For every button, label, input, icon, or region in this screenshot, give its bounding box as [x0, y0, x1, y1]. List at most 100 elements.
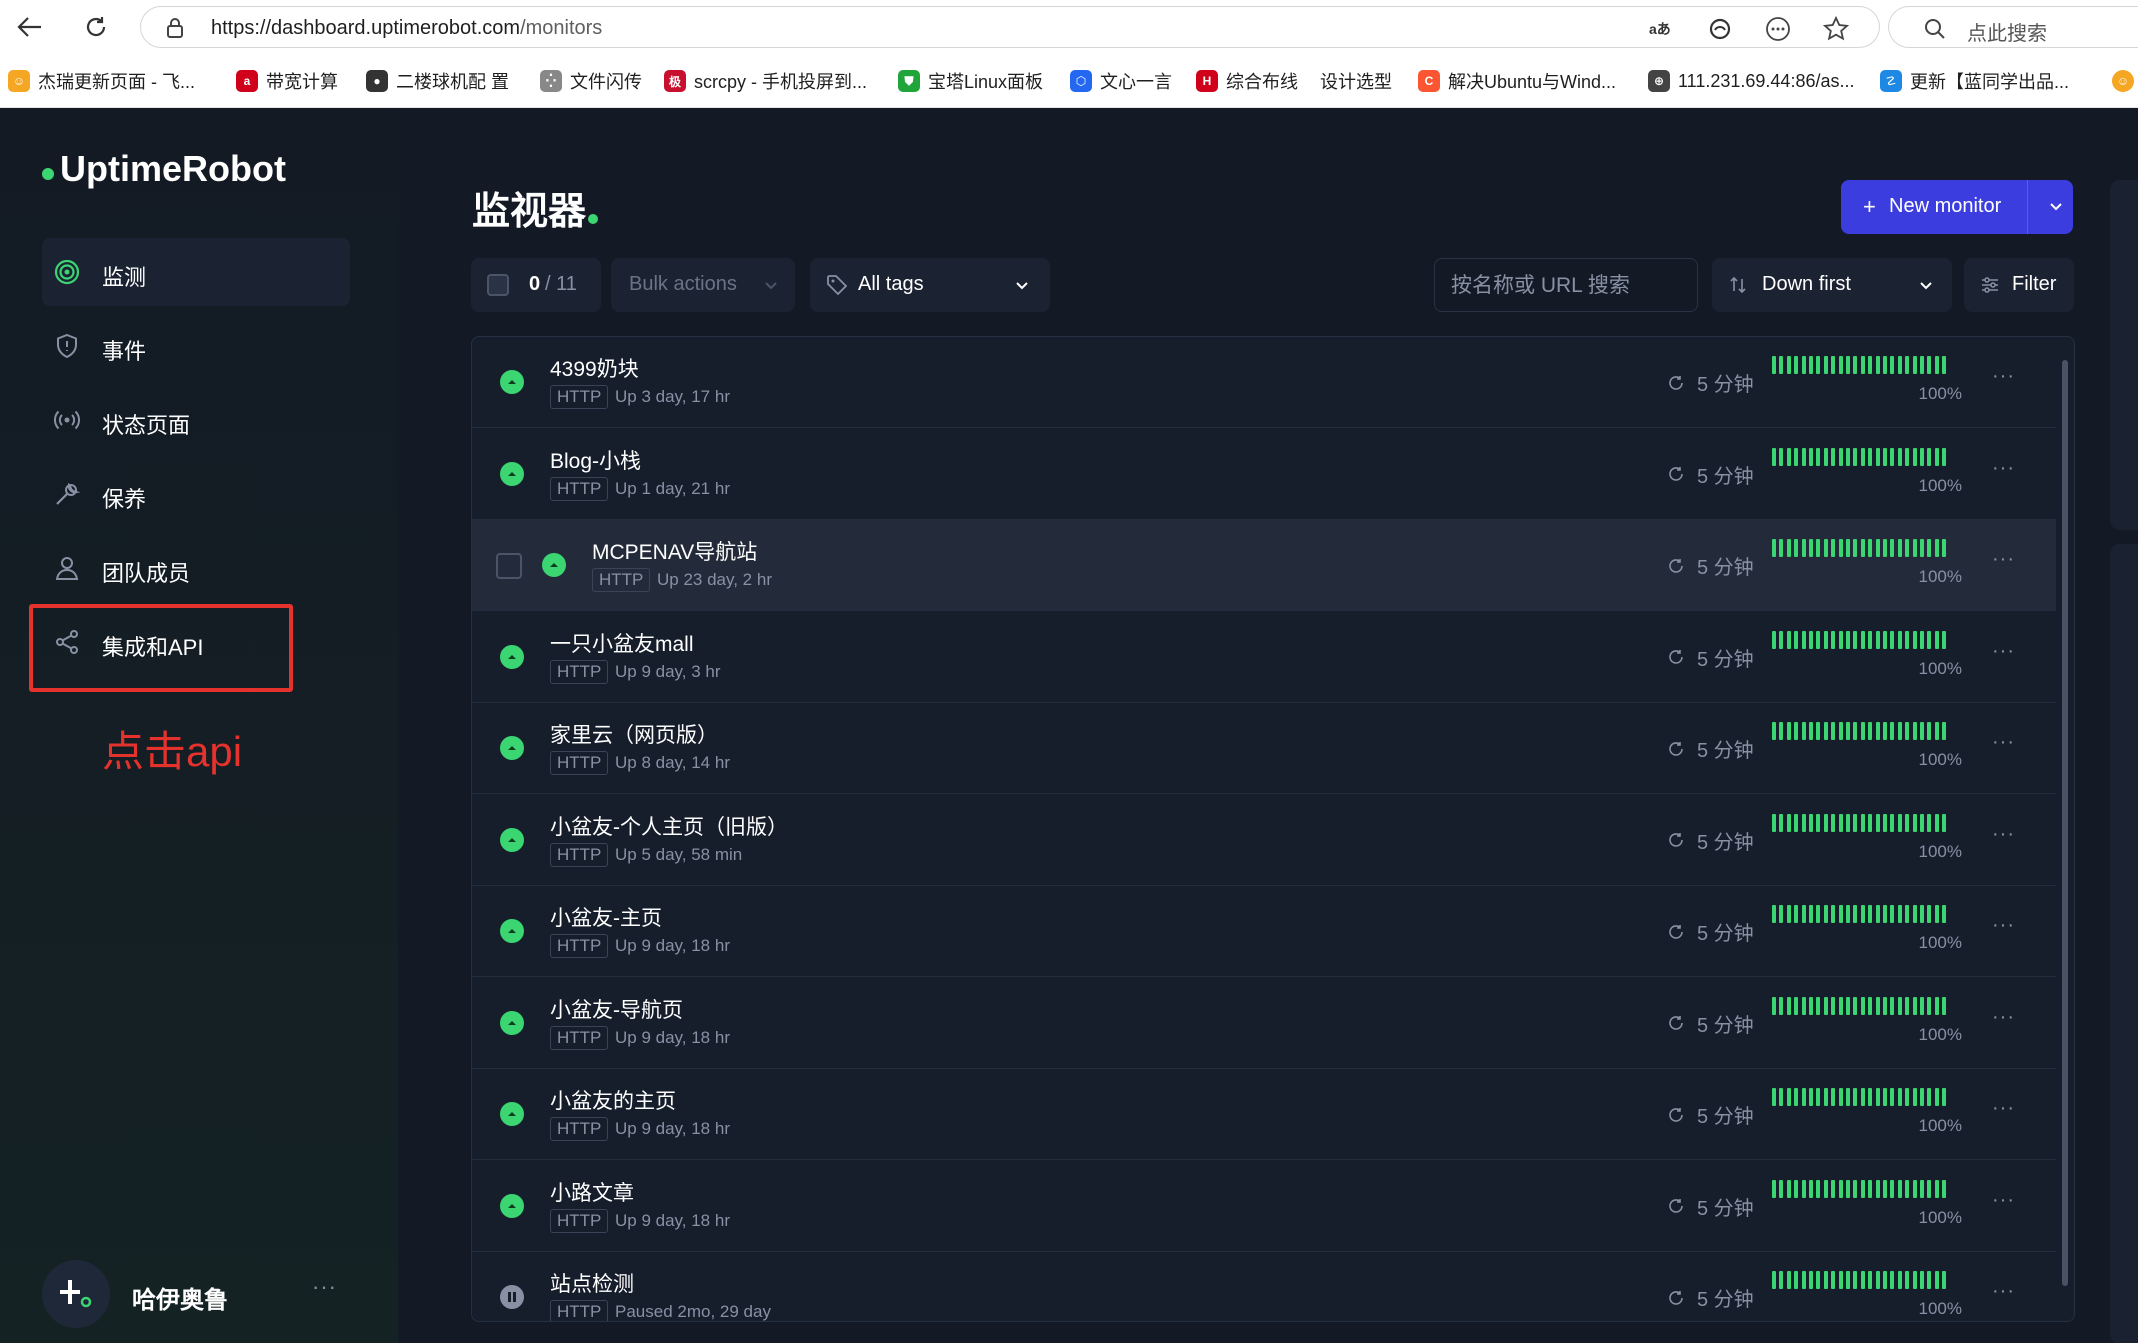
uptime-bar: [1838, 905, 1843, 923]
monitor-name[interactable]: 小路文章: [550, 1177, 634, 1207]
uptime-bars[interactable]: [1772, 356, 1950, 374]
monitor-row[interactable]: 小盆友-个人主页（旧版） HTTP Up 5 day, 58 min 5 分钟 100%…: [472, 795, 2056, 886]
new-monitor-button[interactable]: + New monitor: [1841, 180, 2073, 234]
monitor-row[interactable]: 一只小盆友mall HTTP Up 9 day, 3 hr 5 分钟 100% ···: [472, 612, 2056, 703]
row-menu-button[interactable]: ···: [1992, 548, 2015, 571]
search-input[interactable]: [1451, 271, 1681, 301]
monitor-name[interactable]: 4399奶块: [550, 353, 639, 383]
chevron-down-icon[interactable]: [2041, 192, 2071, 222]
monitor-name[interactable]: MCPENAV导航站: [592, 536, 757, 566]
select-all-checkbox[interactable]: [487, 274, 509, 296]
uptime-bars[interactable]: [1772, 539, 1950, 557]
row-menu-button[interactable]: ···: [1992, 914, 2015, 937]
address-bar[interactable]: https://dashboard.uptimerobot.com/monito…: [140, 6, 1880, 48]
bookmark-item[interactable]: ☡ 更新【蓝同学出品...: [1880, 68, 2069, 94]
uptime-bars[interactable]: [1772, 813, 1950, 832]
uptime-bar: [1786, 1179, 1791, 1198]
row-menu-button[interactable]: ···: [1992, 640, 2015, 663]
sort-dropdown[interactable]: Down first: [1712, 258, 1952, 312]
monitor-row[interactable]: MCPENAV导航站 HTTP Up 23 day, 2 hr 5 分钟 100% ···: [472, 520, 2056, 611]
browser-search[interactable]: 点此搜索: [1888, 6, 2138, 48]
row-menu-button[interactable]: ···: [1992, 1189, 2015, 1212]
translate-icon[interactable]: aあ: [1649, 17, 1675, 41]
monitor-name[interactable]: 小盆友-导航页: [550, 994, 683, 1024]
bulk-actions-dropdown[interactable]: Bulk actions: [611, 258, 795, 312]
row-menu-button[interactable]: ···: [1992, 1097, 2015, 1120]
uptime-bar: [1786, 447, 1791, 466]
bookmark-item[interactable]: ⁛ 文件闪传: [540, 68, 642, 94]
monitor-name[interactable]: 小盆友-个人主页（旧版）: [550, 811, 788, 841]
sidebar-item-monitoring[interactable]: 监测: [42, 238, 350, 306]
sidebar-item-incidents[interactable]: 事件: [42, 312, 350, 380]
monitor-name[interactable]: 一只小盆友mall: [550, 628, 694, 658]
uptime-bar: [1934, 905, 1939, 923]
bookmark-item[interactable]: 设计选型: [1320, 68, 1392, 94]
uptime-bar: [1905, 630, 1910, 649]
monitor-row[interactable]: 小盆友-主页 HTTP Up 9 day, 18 hr 5 分钟 100% ···: [472, 886, 2056, 977]
status-up-icon: [500, 1010, 524, 1035]
uptime-bars[interactable]: [1772, 1179, 1950, 1198]
back-button[interactable]: [12, 9, 48, 45]
edge-icon[interactable]: [1707, 17, 1733, 41]
bookmark-label: scrcpy - 手机投屏到...: [694, 72, 868, 92]
tags-dropdown[interactable]: All tags: [810, 258, 1050, 312]
bookmark-item[interactable]: ⛊ 宝塔Linux面板: [898, 68, 1043, 94]
monitor-name[interactable]: 家里云（网页版）: [550, 719, 718, 749]
bookmark-item[interactable]: H 综合布线: [1196, 68, 1298, 94]
uptime-bar: [1801, 1271, 1806, 1289]
monitor-name[interactable]: 站点检测: [550, 1268, 634, 1298]
bookmark-item[interactable]: ● 二楼球机配 置: [366, 68, 509, 94]
monitor-row[interactable]: 小盆友-导航页 HTTP Up 9 day, 18 hr 5 分钟 100% ···: [472, 978, 2056, 1069]
monitor-row[interactable]: 4399奶块 HTTP Up 3 day, 17 hr 5 分钟 100% ···: [472, 337, 2056, 428]
star-icon[interactable]: [1823, 16, 1849, 41]
sidebar-item-status-pages[interactable]: 状态页面: [42, 386, 350, 454]
sidebar-item-team-members[interactable]: 团队成员: [42, 534, 350, 602]
user-menu-button[interactable]: ···: [312, 1274, 337, 1300]
uptime-bars[interactable]: [1772, 1088, 1950, 1106]
row-checkbox[interactable]: [496, 553, 522, 579]
monitor-row[interactable]: 家里云（网页版） HTTP Up 8 day, 14 hr 5 分钟 100% ···: [472, 703, 2056, 794]
bookmark-item[interactable]: ☺ 杰瑞更新页面 - 飞...: [8, 68, 195, 94]
select-all-control[interactable]: 0 / 11: [471, 258, 601, 312]
bookmark-item[interactable]: 极 scrcpy - 手机投屏到...: [664, 68, 867, 94]
monitor-name[interactable]: Blog-小栈: [550, 445, 641, 475]
uptime-bar: [1846, 1088, 1850, 1106]
logo[interactable]: UptimeRobot: [42, 148, 286, 190]
row-menu-button[interactable]: ···: [1992, 457, 2015, 480]
uptime-bars[interactable]: [1772, 1271, 1950, 1289]
uptime-bar: [1942, 630, 1947, 649]
row-menu-button[interactable]: ···: [1992, 1006, 2015, 1029]
uptime-bars[interactable]: [1772, 630, 1950, 649]
more-icon[interactable]: [1765, 17, 1791, 41]
monitor-name[interactable]: 小盆友的主页: [550, 1085, 676, 1115]
reload-button[interactable]: [78, 9, 114, 45]
filter-button[interactable]: Filter: [1964, 258, 2074, 312]
monitor-row[interactable]: Blog-小栈 HTTP Up 1 day, 21 hr 5 分钟 100% ···: [472, 429, 2056, 520]
row-menu-button[interactable]: ···: [1992, 823, 2015, 846]
bookmark-item[interactable]: a 带宽计算: [236, 68, 338, 94]
uptime-bars[interactable]: [1772, 905, 1950, 923]
row-menu-button[interactable]: ···: [1992, 1280, 2015, 1303]
scrollbar-thumb[interactable]: [2062, 360, 2068, 1286]
row-menu-button[interactable]: ···: [1992, 731, 2015, 754]
uptime-bars[interactable]: [1772, 447, 1950, 466]
uptime-bar: [1831, 630, 1836, 649]
uptime-bars[interactable]: [1772, 722, 1950, 740]
extension-icon[interactable]: ☺: [2112, 68, 2138, 94]
monitor-name[interactable]: 小盆友-主页: [550, 902, 662, 932]
bookmark-item[interactable]: C 解决Ubuntu与Wind...: [1418, 68, 1616, 94]
chevron-down-icon: [765, 282, 777, 290]
scrollbar[interactable]: [2061, 346, 2069, 1312]
sidebar-item-maintenance[interactable]: 保养: [42, 460, 350, 528]
user-profile[interactable]: 哈伊奥鲁 ···: [42, 1260, 362, 1328]
monitor-row[interactable]: 站点检测 HTTP Paused 2mo, 29 day 5 分钟 100% ···: [472, 1252, 2056, 1321]
uptime-bar: [1890, 1271, 1895, 1289]
uptime-bars[interactable]: [1772, 996, 1950, 1015]
bookmark-item[interactable]: ⊕ 111.231.69.44:86/as...: [1648, 68, 1854, 94]
monitor-row[interactable]: 小盆友的主页 HTTP Up 9 day, 18 hr 5 分钟 100% ···: [472, 1069, 2056, 1160]
row-menu-button[interactable]: ···: [1992, 365, 2015, 388]
uptime-bar: [1927, 356, 1932, 374]
bookmark-item[interactable]: ⬡ 文心一言: [1070, 68, 1172, 94]
monitor-row[interactable]: 小路文章 HTTP Up 9 day, 18 hr 5 分钟 100% ···: [472, 1161, 2056, 1252]
uptime-percentage: 100%: [1918, 1024, 1962, 1044]
